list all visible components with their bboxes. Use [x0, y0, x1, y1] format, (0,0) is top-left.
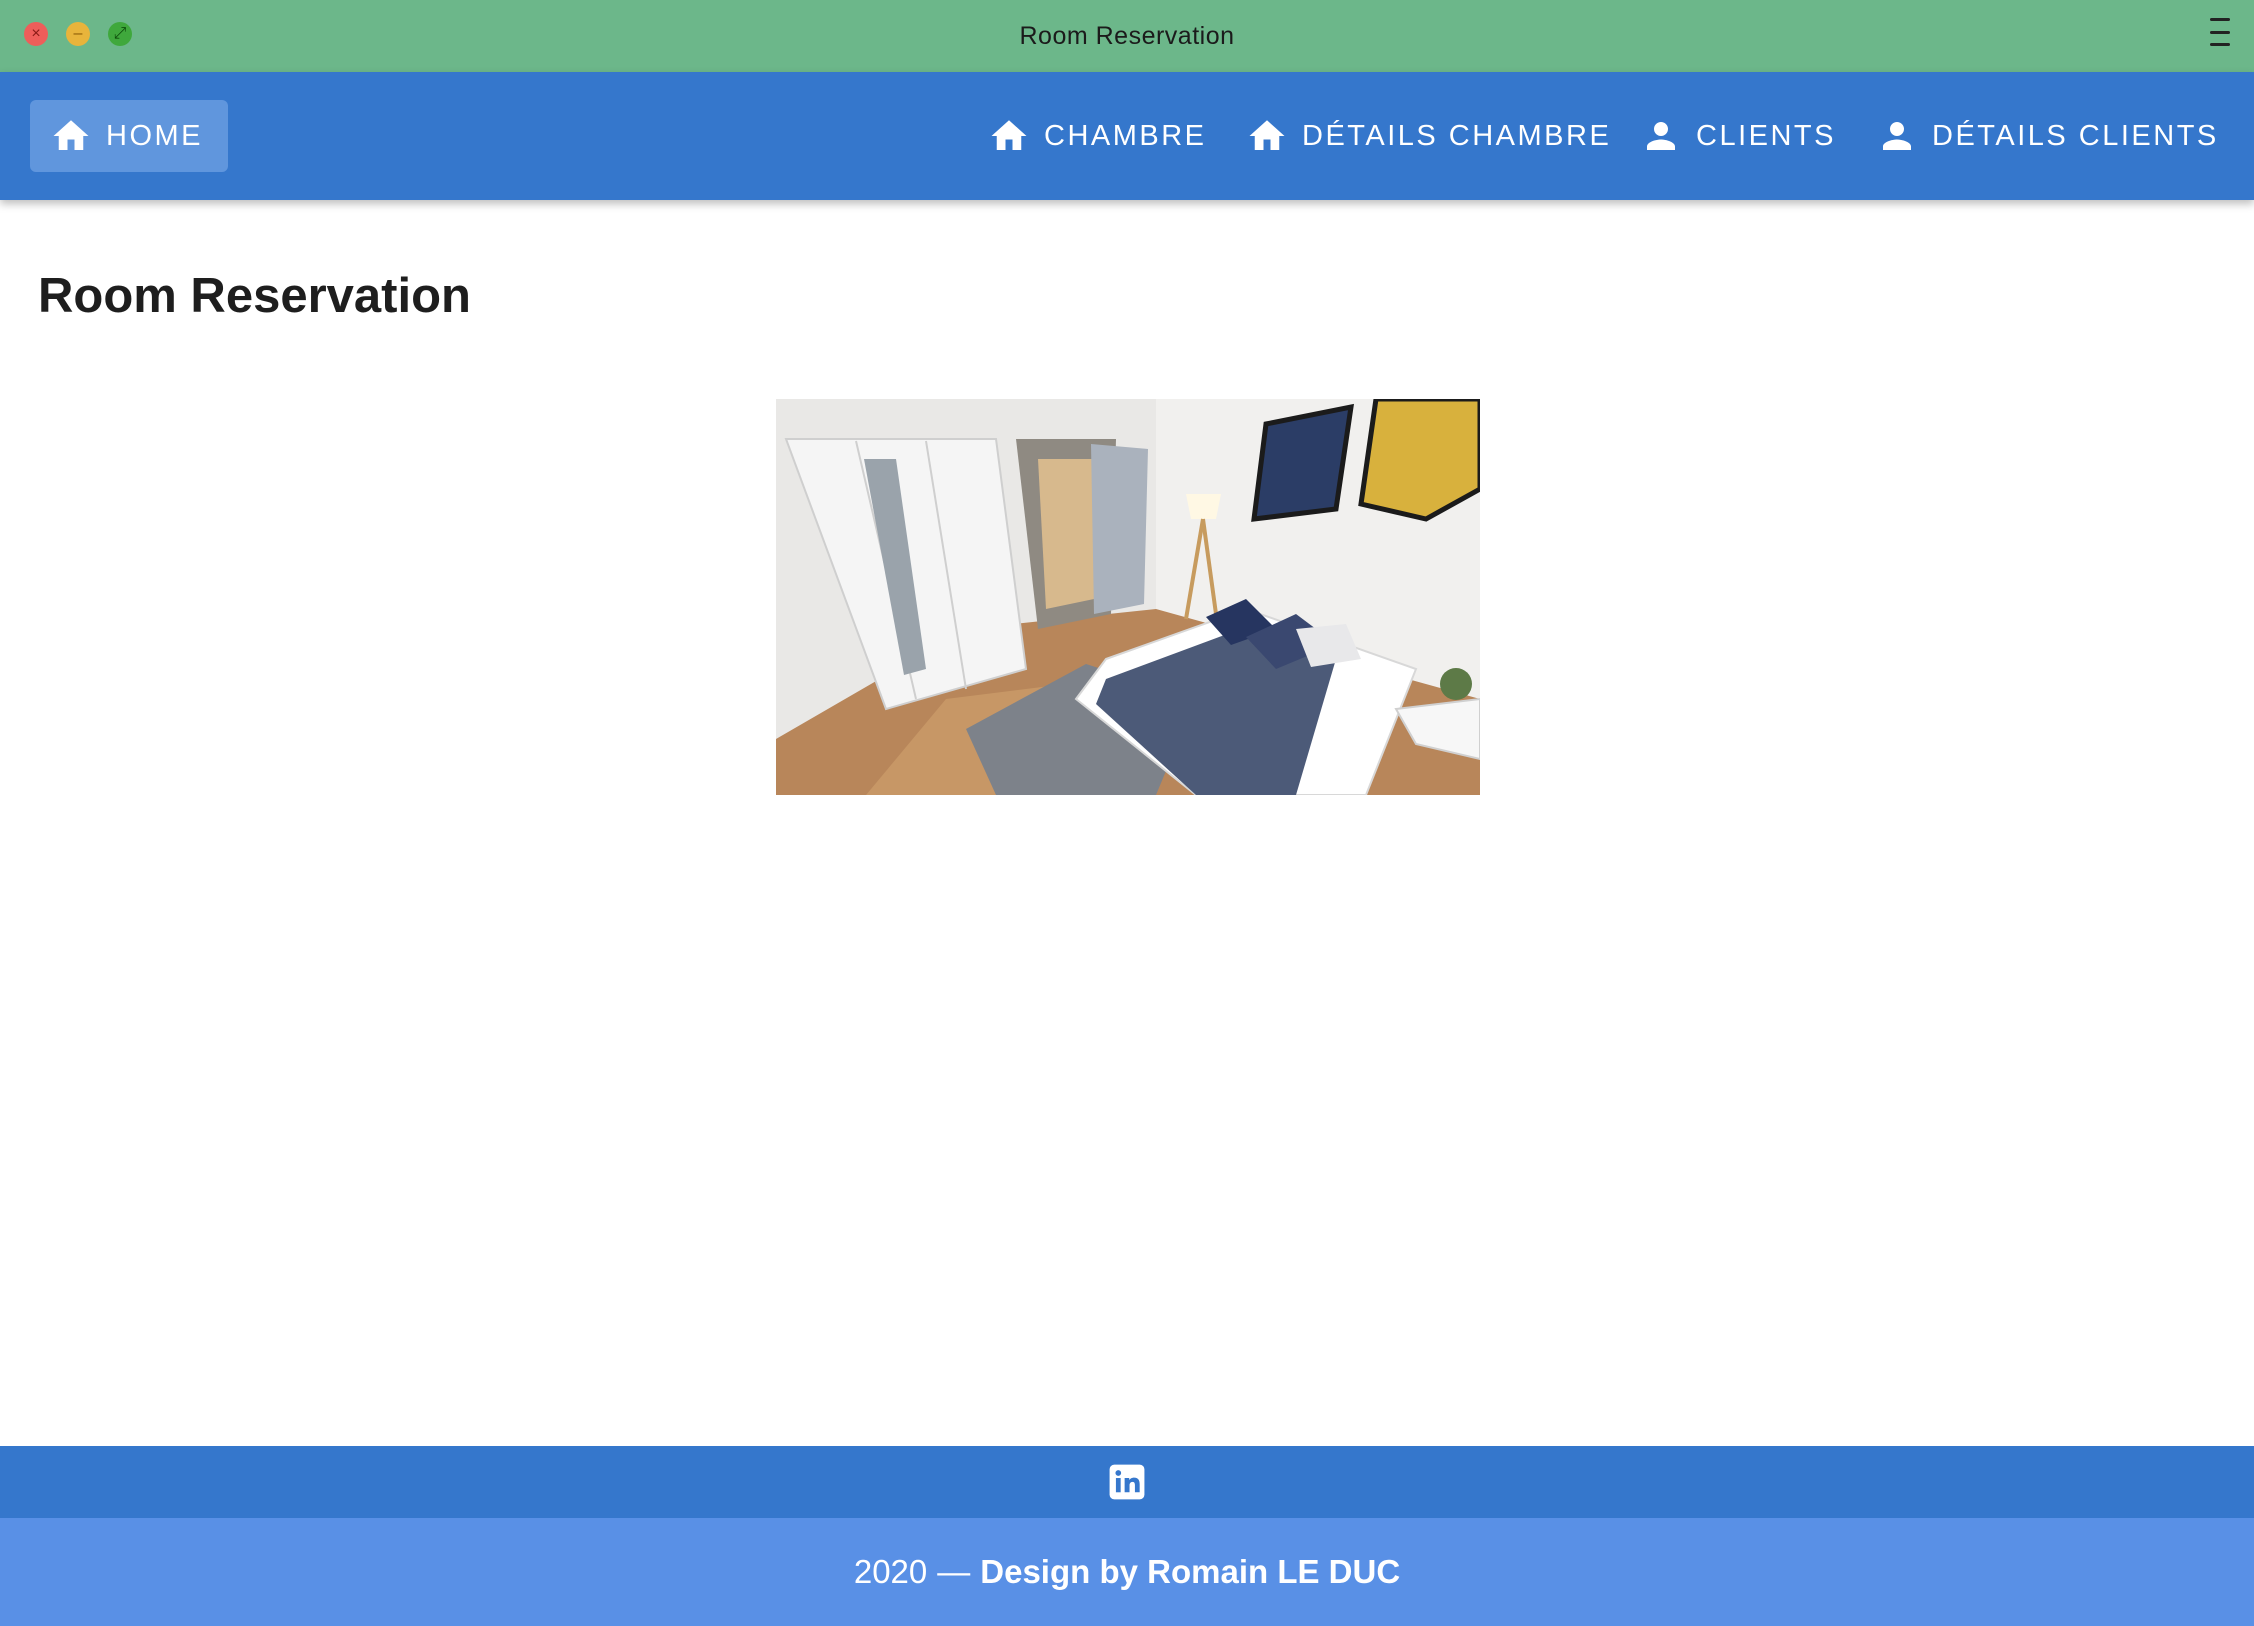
nav-chambre-label: Chambre	[1044, 119, 1207, 152]
footer-social-bar	[0, 1446, 2254, 1518]
home-icon	[991, 120, 1027, 150]
window-titlebar: × – ⤢ Room Reservation	[0, 0, 2254, 72]
app-navbar: Home Chambre Détails Chambre Clients Dét…	[0, 72, 2254, 200]
home-icon	[1249, 120, 1285, 150]
nav-home-button[interactable]: Home	[30, 100, 228, 172]
footer-designer: Design by Romain LE DUC	[980, 1553, 1401, 1590]
footer-separator: —	[937, 1553, 971, 1590]
footer-year: 2020	[853, 1553, 928, 1590]
maximize-window-button[interactable]: ⤢	[108, 22, 132, 46]
person-icon	[1883, 122, 1911, 150]
linkedin-icon[interactable]	[1108, 1463, 1146, 1501]
nav-details-chambre-button[interactable]: Détails Chambre	[1246, 100, 1611, 172]
nav-chambre-button[interactable]: Chambre	[988, 100, 1207, 172]
footer-credit: 2020 — Design by Romain LE DUC	[0, 1518, 2254, 1626]
nav-home-label: Home	[106, 119, 203, 152]
home-icon	[53, 120, 89, 150]
nav-details-chambre-label: Détails Chambre	[1302, 119, 1612, 152]
minimize-window-button[interactable]: –	[66, 22, 90, 46]
window-controls: × – ⤢	[24, 22, 132, 46]
close-window-button[interactable]: ×	[24, 22, 48, 46]
person-icon	[1647, 122, 1675, 150]
room-photo	[776, 399, 1480, 795]
nav-clients-button[interactable]: Clients	[1640, 100, 1836, 172]
nav-details-clients-button[interactable]: Détails Clients	[1876, 100, 2219, 172]
nav-details-clients-label: Détails Clients	[1932, 119, 2219, 152]
window-title: Room Reservation	[1019, 21, 1235, 50]
hamburger-icon[interactable]	[2210, 18, 2230, 46]
nav-clients-label: Clients	[1696, 119, 1836, 152]
page-title: Room Reservation	[38, 269, 471, 323]
